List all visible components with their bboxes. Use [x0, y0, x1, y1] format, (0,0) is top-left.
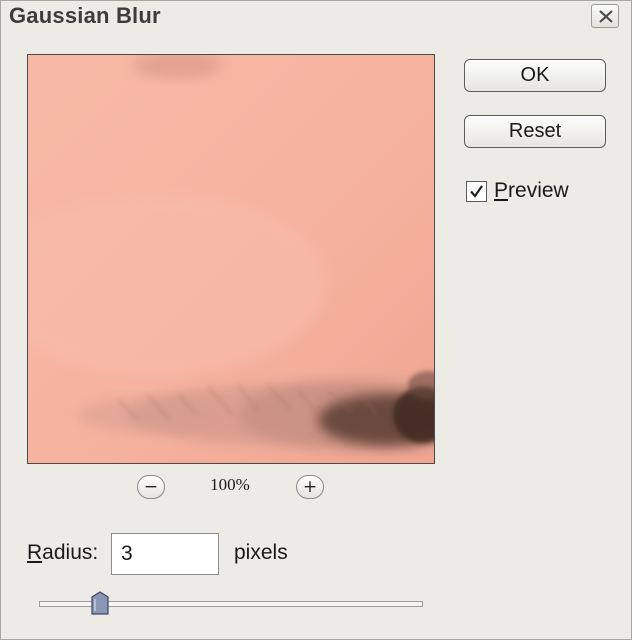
radius-unit-label: pixels — [234, 541, 288, 564]
radius-input[interactable] — [111, 533, 219, 575]
preview-checkbox[interactable] — [466, 181, 487, 202]
zoom-level: 100% — [210, 475, 250, 494]
preview-checkbox-label[interactable]: Preview — [494, 179, 569, 203]
close-icon — [599, 10, 613, 23]
zoom-in-button[interactable]: + — [296, 475, 324, 499]
dialog-title: Gaussian Blur — [9, 3, 161, 28]
radius-label: Radius: — [27, 541, 99, 564]
preview-image[interactable] — [27, 54, 435, 464]
plus-icon: + — [302, 477, 318, 497]
minus-icon: − — [143, 477, 159, 497]
title-bar[interactable]: Gaussian Blur — [1, 1, 631, 35]
ok-button-label: OK — [520, 64, 550, 86]
zoom-out-button[interactable]: − — [137, 475, 165, 499]
checkmark-icon — [470, 185, 483, 198]
gaussian-blur-dialog: Gaussian Blur − 100% + OK Reset Preview … — [0, 0, 632, 640]
close-button[interactable] — [591, 4, 619, 28]
ok-button[interactable]: OK — [464, 59, 606, 92]
reset-button[interactable]: Reset — [464, 115, 606, 148]
preview-image-content — [28, 55, 434, 463]
radius-slider-thumb[interactable] — [91, 591, 110, 615]
reset-button-label: Reset — [508, 120, 562, 142]
